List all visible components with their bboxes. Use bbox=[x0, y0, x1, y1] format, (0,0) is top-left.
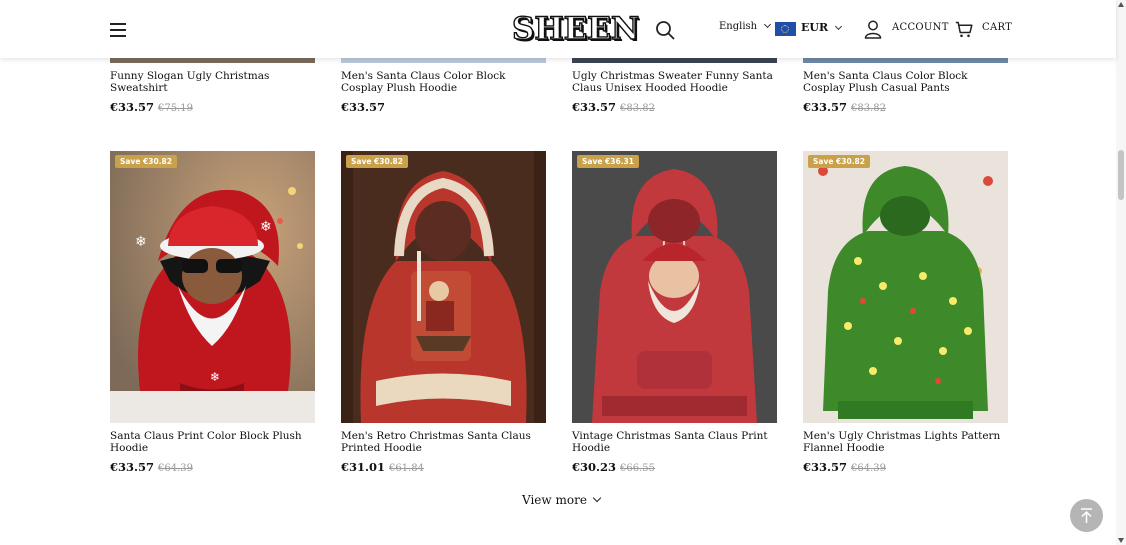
product-name[interactable]: Men's Ugly Christmas Lights Pattern Flan… bbox=[803, 430, 1008, 454]
cart-link[interactable]: CART bbox=[982, 22, 1012, 33]
chevron-down-icon bbox=[835, 22, 843, 31]
product-name[interactable]: Men's Retro Christmas Santa Claus Printe… bbox=[341, 430, 546, 454]
arrow-up-icon bbox=[1081, 508, 1092, 523]
product-name[interactable]: Funny Slogan Ugly Christmas Sweatshirt bbox=[110, 70, 315, 94]
cart-icon[interactable] bbox=[955, 21, 973, 38]
language-selector[interactable]: English bbox=[719, 20, 772, 32]
site-logo[interactable]: SHEEN bbox=[511, 10, 640, 48]
back-to-top-button[interactable] bbox=[1070, 499, 1103, 532]
site-header: SHEEN English EUR ACCOUNT CART bbox=[0, 0, 1116, 58]
scroll-up-arrow-icon[interactable] bbox=[1118, 2, 1124, 7]
save-badge: Save €30.82 bbox=[808, 155, 870, 168]
product-old-price: €83.82 bbox=[620, 103, 656, 114]
product-price: €33.57 bbox=[110, 100, 155, 114]
save-badge: Save €30.82 bbox=[115, 155, 177, 168]
chevron-down-icon bbox=[592, 493, 602, 503]
eu-flag-icon bbox=[775, 22, 796, 36]
product-name[interactable]: Vintage Christmas Santa Claus Print Hood… bbox=[572, 430, 777, 454]
scroll-down-arrow-icon[interactable] bbox=[1118, 538, 1124, 543]
product-price: €33.57 bbox=[803, 460, 848, 474]
product-image[interactable]: Save €36.31 bbox=[572, 151, 777, 423]
product-image[interactable]: Save €30.82 bbox=[803, 151, 1008, 423]
product-price: €33.57 bbox=[572, 100, 617, 114]
product-old-price: €64.39 bbox=[158, 463, 194, 474]
currency-label: EUR bbox=[801, 21, 829, 34]
product-image[interactable]: ❄ ❄ ❄ Save €30.82 bbox=[110, 151, 315, 423]
product-old-price: €61.84 bbox=[389, 463, 425, 474]
view-more-label: View more bbox=[522, 493, 587, 507]
product-old-price: €83.82 bbox=[851, 103, 887, 114]
page-scrollbar[interactable] bbox=[1116, 0, 1126, 545]
product-name[interactable]: Men's Santa Claus Color Block Cosplay Pl… bbox=[341, 70, 546, 94]
product-old-price: €75.19 bbox=[158, 103, 194, 114]
account-link[interactable]: ACCOUNT bbox=[892, 22, 949, 33]
svg-text:❄: ❄ bbox=[135, 234, 147, 250]
product-name[interactable]: Men's Santa Claus Color Block Cosplay Pl… bbox=[803, 70, 1008, 94]
product-image[interactable]: Save €30.82 bbox=[341, 151, 546, 423]
language-label: English bbox=[719, 21, 758, 32]
menu-icon[interactable] bbox=[110, 23, 126, 37]
search-icon[interactable] bbox=[655, 20, 675, 40]
product-price: €30.23 bbox=[572, 460, 617, 474]
product-price: €33.57 bbox=[803, 100, 848, 114]
save-badge: Save €30.82 bbox=[346, 155, 408, 168]
product-name[interactable]: Ugly Christmas Sweater Funny Santa Claus… bbox=[572, 70, 777, 94]
currency-selector[interactable]: EUR bbox=[801, 21, 843, 34]
save-badge: Save €36.31 bbox=[577, 155, 639, 168]
account-icon[interactable] bbox=[864, 20, 882, 39]
svg-text:❄: ❄ bbox=[210, 370, 220, 384]
product-name[interactable]: Santa Claus Print Color Block Plush Hood… bbox=[110, 430, 315, 454]
product-price: €31.01 bbox=[341, 460, 386, 474]
svg-text:❄: ❄ bbox=[260, 219, 272, 235]
product-price: €33.57 bbox=[110, 460, 155, 474]
view-more-button[interactable]: View more bbox=[522, 493, 602, 507]
product-price: €33.57 bbox=[341, 100, 386, 114]
chevron-down-icon bbox=[764, 20, 772, 29]
product-old-price: €66.55 bbox=[620, 463, 656, 474]
scrollbar-thumb[interactable] bbox=[1118, 150, 1124, 200]
product-old-price: €64.39 bbox=[851, 463, 887, 474]
